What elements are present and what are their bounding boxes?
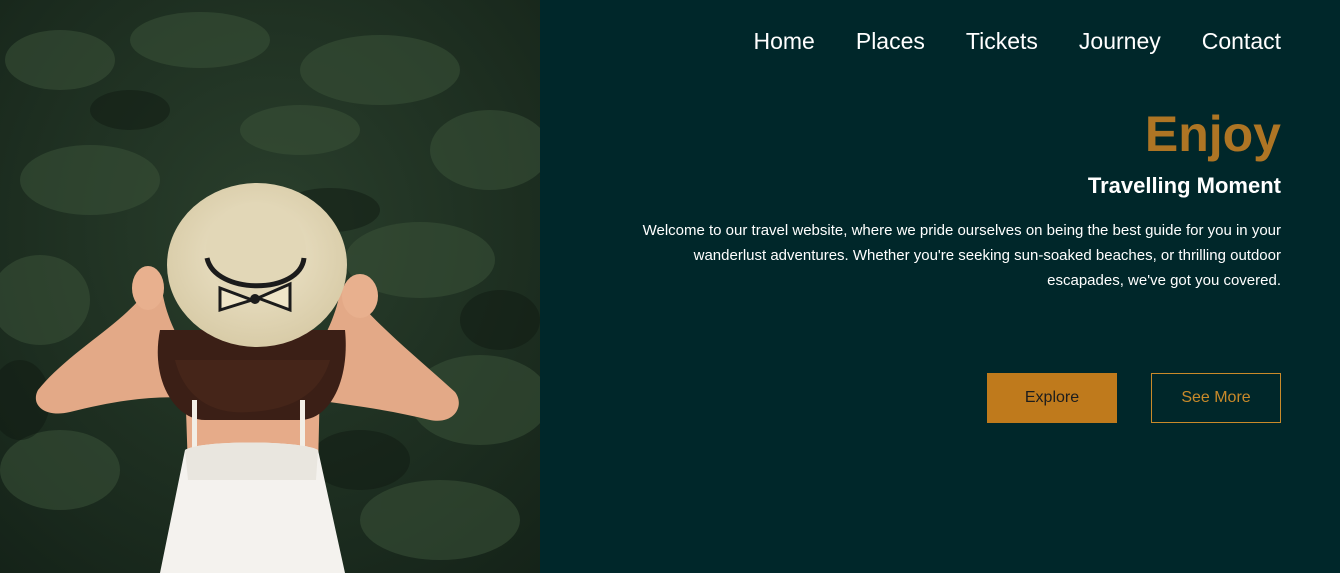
- hero-title: Enjoy: [1144, 106, 1281, 162]
- nav-item-journey[interactable]: Journey: [1079, 26, 1161, 56]
- nav-item-home[interactable]: Home: [754, 26, 815, 56]
- main-nav: Home Places Tickets Journey Contact: [754, 26, 1282, 56]
- hero-content: Home Places Tickets Journey Contact Enjo…: [540, 0, 1340, 573]
- nav-item-contact[interactable]: Contact: [1202, 26, 1281, 56]
- hero-subtitle: Travelling Moment: [1087, 173, 1281, 198]
- nav-item-places[interactable]: Places: [856, 26, 925, 56]
- hero-description: Welcome to our travel website, where we …: [642, 222, 1281, 289]
- see-more-button[interactable]: See More: [1151, 373, 1281, 423]
- page: Home Places Tickets Journey Contact Enjo…: [0, 0, 1340, 573]
- explore-button[interactable]: Explore: [987, 373, 1117, 423]
- hero-photo-woman-in-hat: [0, 0, 540, 573]
- nav-item-tickets[interactable]: Tickets: [966, 26, 1038, 56]
